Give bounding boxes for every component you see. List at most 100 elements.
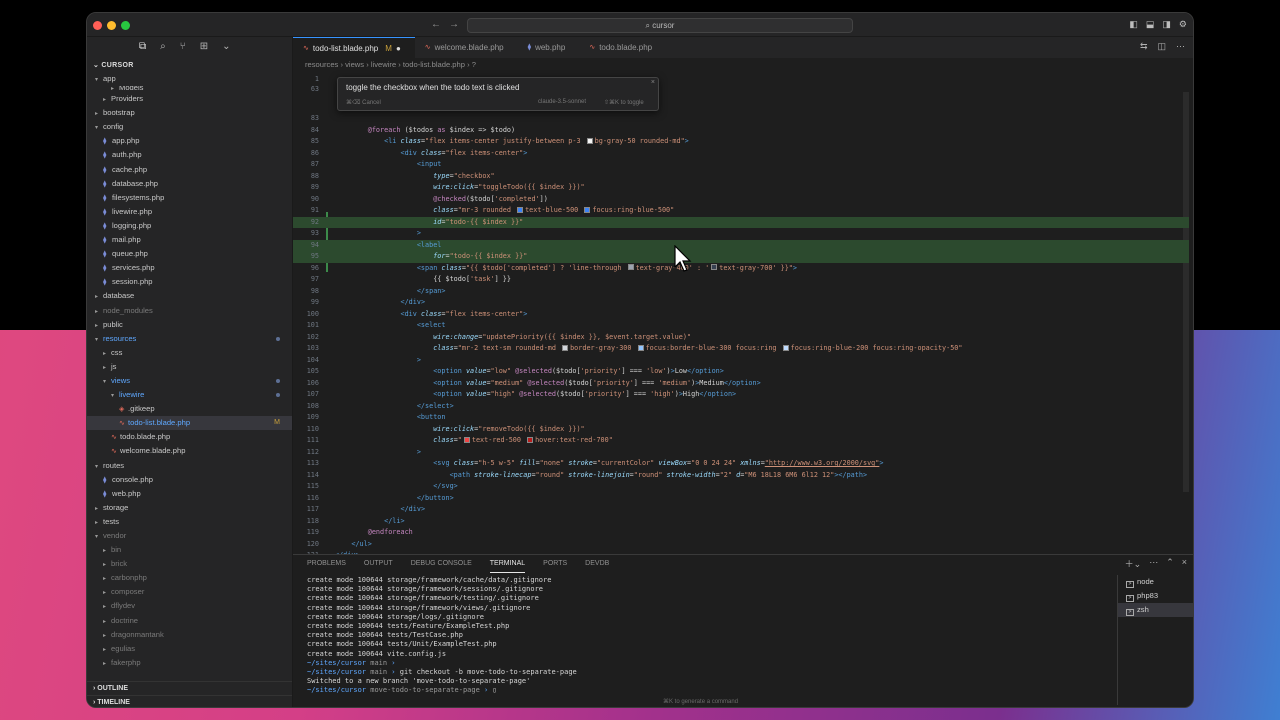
search-icon[interactable]: ⌕ bbox=[160, 41, 166, 59]
compare-changes-icon[interactable]: ⇆ bbox=[1140, 41, 1148, 52]
maximize-window-button[interactable] bbox=[121, 21, 130, 30]
panel-tab-devdb[interactable]: DEVDB bbox=[585, 555, 609, 573]
command-center[interactable]: ⌕ cursor bbox=[467, 18, 853, 33]
folder-item[interactable]: ▸ composer bbox=[87, 585, 292, 599]
folder-item[interactable]: ▸ node_modules bbox=[87, 304, 292, 318]
file-item[interactable]: ⧫ logging.php bbox=[87, 219, 292, 233]
folder-item[interactable]: ▾ views bbox=[87, 374, 292, 388]
more-actions-icon[interactable]: ⋯ bbox=[1176, 41, 1185, 52]
folder-item[interactable]: ▾ config bbox=[87, 120, 292, 134]
breadcrumb-item[interactable]: todo-list.blade.php bbox=[403, 60, 465, 69]
file-item[interactable]: ∿ welcome.blade.php bbox=[87, 444, 292, 458]
code-editor[interactable]: 1 63 83 84 @foreach ($todos as $index => $t… bbox=[293, 72, 1189, 562]
outline-section[interactable]: › OUTLINE bbox=[87, 681, 292, 695]
file-item[interactable]: ⧫ mail.php bbox=[87, 233, 292, 247]
explorer-section-header[interactable]: ⌄ CURSOR bbox=[87, 59, 292, 72]
folder-item[interactable]: ▾ livewire bbox=[87, 388, 292, 402]
split-editor-icon[interactable]: ◫ bbox=[1157, 41, 1166, 52]
file-item[interactable]: ∿ todo-list.blade.php M bbox=[87, 416, 292, 431]
close-icon[interactable]: × bbox=[651, 79, 655, 86]
maximize-panel-icon[interactable]: ⌃ bbox=[1166, 557, 1174, 570]
terminal-name: zsh bbox=[1137, 605, 1149, 614]
folder-item[interactable]: ▸ fakerphp bbox=[87, 656, 292, 670]
terminal-output[interactable]: create mode 100644 storage/framework/cac… bbox=[307, 576, 1107, 695]
code-line: 110 wire:click="removeTodo({{ $index }})… bbox=[293, 424, 1189, 436]
file-item[interactable]: ⧫ queue.php bbox=[87, 247, 292, 261]
code-text: {{ $todo['task'] }} bbox=[335, 275, 511, 283]
inline-edit-prompt[interactable]: toggle the checkbox when the todo text i… bbox=[337, 77, 659, 111]
tree-item-label: storage bbox=[103, 502, 129, 512]
unsaved-dot-icon[interactable]: ● bbox=[396, 38, 401, 59]
folder-item[interactable]: ▸ dragonmantank bbox=[87, 628, 292, 642]
file-item[interactable]: ⧫ database.php bbox=[87, 177, 292, 191]
toggle-sidebar-icon[interactable]: ◧ bbox=[1129, 19, 1138, 30]
file-item[interactable]: ⧫ console.php bbox=[87, 473, 292, 487]
folder-item[interactable]: ▸ brick bbox=[87, 557, 292, 571]
extensions-icon[interactable]: ⊞ bbox=[200, 41, 208, 59]
terminal-instance-zsh[interactable]: > zsh bbox=[1118, 603, 1193, 617]
forward-arrow-icon[interactable]: → bbox=[449, 19, 459, 30]
model-selector[interactable]: claude-3.5-sonnet bbox=[538, 99, 586, 105]
folder-item[interactable]: ▸ css bbox=[87, 346, 292, 360]
terminal-line: create mode 100644 tests/TestCase.php bbox=[307, 631, 1107, 640]
minimize-window-button[interactable] bbox=[107, 21, 116, 30]
file-item[interactable]: ◈ .gitkeep bbox=[87, 402, 292, 416]
file-item[interactable]: ⧫ filesystems.php bbox=[87, 191, 292, 205]
tab-todo-blade-php[interactable]: ∿ todo.blade.php bbox=[579, 37, 666, 58]
folder-item[interactable]: ▸ Providers bbox=[87, 92, 292, 106]
close-panel-icon[interactable]: × bbox=[1182, 557, 1187, 570]
panel-tab-output[interactable]: OUTPUT bbox=[364, 555, 393, 573]
file-item[interactable]: ⧫ app.php bbox=[87, 134, 292, 148]
folder-item[interactable]: ▸ database bbox=[87, 289, 292, 303]
more-actions-icon[interactable]: ⋯ bbox=[1149, 557, 1158, 570]
line-number: 87 bbox=[310, 160, 319, 168]
breadcrumb-item[interactable]: views bbox=[345, 60, 364, 69]
breadcrumb-item[interactable]: livewire bbox=[371, 60, 396, 69]
folder-item[interactable]: ▸ egulias bbox=[87, 642, 292, 656]
folder-item[interactable]: ▸ public bbox=[87, 318, 292, 332]
toggle-secondary-sidebar-icon[interactable]: ◨ bbox=[1162, 19, 1171, 30]
new-terminal-icon[interactable]: ＋⌄ bbox=[1125, 557, 1142, 570]
back-arrow-icon[interactable]: ← bbox=[431, 19, 441, 30]
explorer-icon[interactable]: ⧉ bbox=[139, 41, 146, 59]
folder-item[interactable]: ▸ bootstrap bbox=[87, 106, 292, 120]
tab-web-php[interactable]: ⧫ web.php bbox=[518, 37, 580, 58]
folder-item[interactable]: ▾ vendor bbox=[87, 529, 292, 543]
folder-item[interactable]: ▾ app bbox=[87, 72, 292, 86]
folder-item[interactable]: ▸ carbonphp bbox=[87, 571, 292, 585]
close-window-button[interactable] bbox=[93, 21, 102, 30]
chevron-down-icon[interactable]: ⌄ bbox=[222, 41, 230, 59]
tab-welcome-blade-php[interactable]: ∿ welcome.blade.php bbox=[415, 37, 518, 58]
file-item[interactable]: ⧫ cache.php bbox=[87, 163, 292, 177]
toggle-panel-icon[interactable]: ⬓ bbox=[1146, 19, 1155, 30]
folder-item[interactable]: ▾ routes bbox=[87, 459, 292, 473]
panel-tab-ports[interactable]: PORTS bbox=[543, 555, 567, 573]
timeline-section[interactable]: › TIMELINE bbox=[87, 695, 292, 707]
file-item[interactable]: ⧫ services.php bbox=[87, 261, 292, 275]
folder-item[interactable]: ▾ resources bbox=[87, 332, 292, 346]
file-item[interactable]: ∿ todo.blade.php bbox=[87, 430, 292, 444]
terminal-instance-php83[interactable]: > php83 bbox=[1118, 589, 1193, 603]
breadcrumb-item[interactable]: ? bbox=[472, 60, 476, 69]
folder-item[interactable]: ▸ js bbox=[87, 360, 292, 374]
breadcrumb-item[interactable]: resources bbox=[305, 60, 338, 69]
terminal-instance-node[interactable]: > node bbox=[1118, 575, 1193, 589]
folder-item[interactable]: ▸ tests bbox=[87, 515, 292, 529]
folder-item[interactable]: ▸ bin bbox=[87, 543, 292, 557]
file-item[interactable]: ⧫ auth.php bbox=[87, 148, 292, 162]
settings-gear-icon[interactable]: ⚙ bbox=[1179, 19, 1187, 30]
panel-tab-terminal[interactable]: TERMINAL bbox=[489, 555, 526, 573]
source-control-icon[interactable]: ⑂ bbox=[180, 41, 186, 59]
file-item[interactable]: ⧫ web.php bbox=[87, 487, 292, 501]
folder-item[interactable]: ▸ dflydev bbox=[87, 599, 292, 613]
file-item[interactable]: ⧫ livewire.php bbox=[87, 205, 292, 219]
tree-item-label: app.php bbox=[112, 136, 140, 146]
file-item[interactable]: ⧫ session.php bbox=[87, 275, 292, 289]
prompt-text[interactable]: toggle the checkbox when the todo text i… bbox=[346, 83, 519, 92]
cancel-button[interactable]: ⌘⌫ Cancel bbox=[346, 99, 381, 106]
panel-tab-problems[interactable]: PROBLEMS bbox=[307, 555, 346, 573]
folder-item[interactable]: ▸ doctrine bbox=[87, 614, 292, 628]
folder-item[interactable]: ▸ storage bbox=[87, 501, 292, 515]
tab-todo-list-blade-php[interactable]: ∿ todo-list.blade.php M ● bbox=[293, 37, 415, 58]
panel-tab-debug-console[interactable]: DEBUG CONSOLE bbox=[411, 555, 472, 573]
